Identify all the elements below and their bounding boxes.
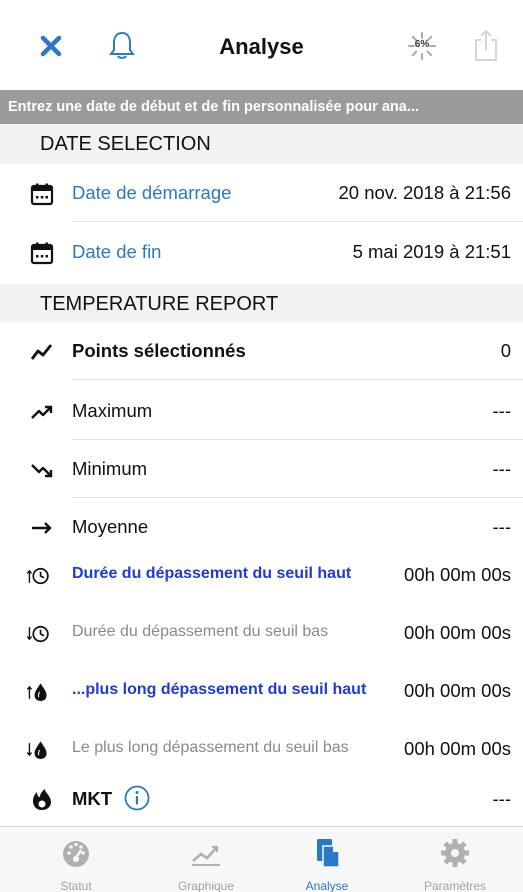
selected-points-label: Points sélectionnés	[72, 340, 246, 361]
high-threshold-duration-row[interactable]: Durée du dépassement du seuil haut 00h 0…	[0, 546, 523, 604]
tab-label: Analyse	[305, 879, 349, 892]
document-icon	[317, 839, 340, 868]
divider	[72, 221, 523, 222]
info-icon[interactable]	[124, 785, 150, 811]
tab-parametres[interactable]: Paramètres	[390, 827, 520, 892]
mkt-row: MKT ---	[0, 770, 523, 828]
tab-bar: Statut Graphique Analyse Paramètres	[0, 826, 523, 892]
longest-high-row[interactable]: ...plus long dépassement du seuil haut 0…	[0, 662, 523, 720]
high-threshold-duration-value: 00h 00m 00s	[404, 564, 511, 585]
selected-points-value: 0	[500, 340, 511, 361]
mkt-value: ---	[492, 788, 511, 809]
clock-up-icon	[26, 567, 49, 585]
minimum-value: ---	[492, 458, 511, 479]
high-threshold-duration-label: Durée du dépassement du seuil haut	[72, 565, 352, 582]
maximum-row: Maximum ---	[0, 382, 523, 440]
trending-down-icon	[31, 464, 53, 478]
maximum-value: ---	[492, 400, 511, 421]
info-banner: Entrez une date de début et de fin perso…	[0, 90, 523, 124]
section-header-temperature-report: TEMPERATURE REPORT	[0, 284, 523, 324]
end-date-value: 5 mai 2019 à 21:51	[352, 241, 511, 262]
longest-high-value: 00h 00m 00s	[404, 680, 511, 701]
tab-analyse[interactable]: Analyse	[262, 827, 392, 892]
selected-points-row: Points sélectionnés 0	[0, 322, 523, 380]
page-title: Analyse	[219, 34, 304, 59]
end-date-row[interactable]: Date de fin 5 mai 2019 à 21:51	[0, 223, 523, 281]
divider	[72, 379, 523, 380]
flame-icon	[33, 789, 51, 810]
maximum-label: Maximum	[72, 400, 153, 421]
section-header-date-selection: DATE SELECTION	[0, 124, 523, 164]
trending-up-icon	[31, 405, 53, 419]
tab-label: Paramètres	[423, 879, 487, 892]
calendar-icon	[30, 242, 54, 265]
loading-progress: 6%	[407, 31, 437, 61]
tab-label: Graphique	[177, 879, 235, 892]
average-label: Moyenne	[72, 516, 149, 537]
low-threshold-duration-row[interactable]: Durée du dépassement du seuil bas 00h 00…	[0, 604, 523, 662]
drop-up-icon	[26, 683, 47, 701]
trend-line-icon	[30, 344, 53, 360]
progress-text: 6%	[414, 39, 430, 50]
low-threshold-duration-label: Durée du dépassement du seuil bas	[72, 623, 329, 640]
navigation-bar: Analyse 6%	[0, 0, 523, 90]
arrow-right-icon	[32, 522, 52, 534]
clock-down-icon	[26, 625, 49, 643]
drop-down-icon	[26, 741, 47, 759]
gear-icon	[441, 839, 469, 867]
minimum-row: Minimum ---	[0, 440, 523, 498]
tab-graphique[interactable]: Graphique	[141, 827, 271, 892]
longest-high-label: ...plus long dépassement du seuil haut	[72, 681, 367, 698]
start-date-value: 20 nov. 2018 à 21:56	[338, 182, 511, 203]
start-date-row[interactable]: Date de démarrage 20 nov. 2018 à 21:56	[0, 164, 523, 222]
gauge-icon	[63, 841, 89, 867]
end-date-label: Date de fin	[72, 241, 162, 262]
share-icon[interactable]	[473, 28, 499, 62]
tab-statut[interactable]: Statut	[11, 827, 141, 892]
longest-low-value: 00h 00m 00s	[404, 738, 511, 759]
mkt-label: MKT	[72, 788, 113, 809]
minimum-label: Minimum	[72, 458, 148, 479]
low-threshold-duration-value: 00h 00m 00s	[404, 622, 511, 643]
tab-label: Statut	[60, 879, 92, 892]
chart-icon	[192, 845, 220, 866]
average-value: ---	[492, 516, 511, 537]
longest-low-label: Le plus long dépassement du seuil bas	[72, 739, 349, 756]
start-date-label: Date de démarrage	[72, 182, 232, 203]
calendar-icon	[30, 183, 54, 206]
